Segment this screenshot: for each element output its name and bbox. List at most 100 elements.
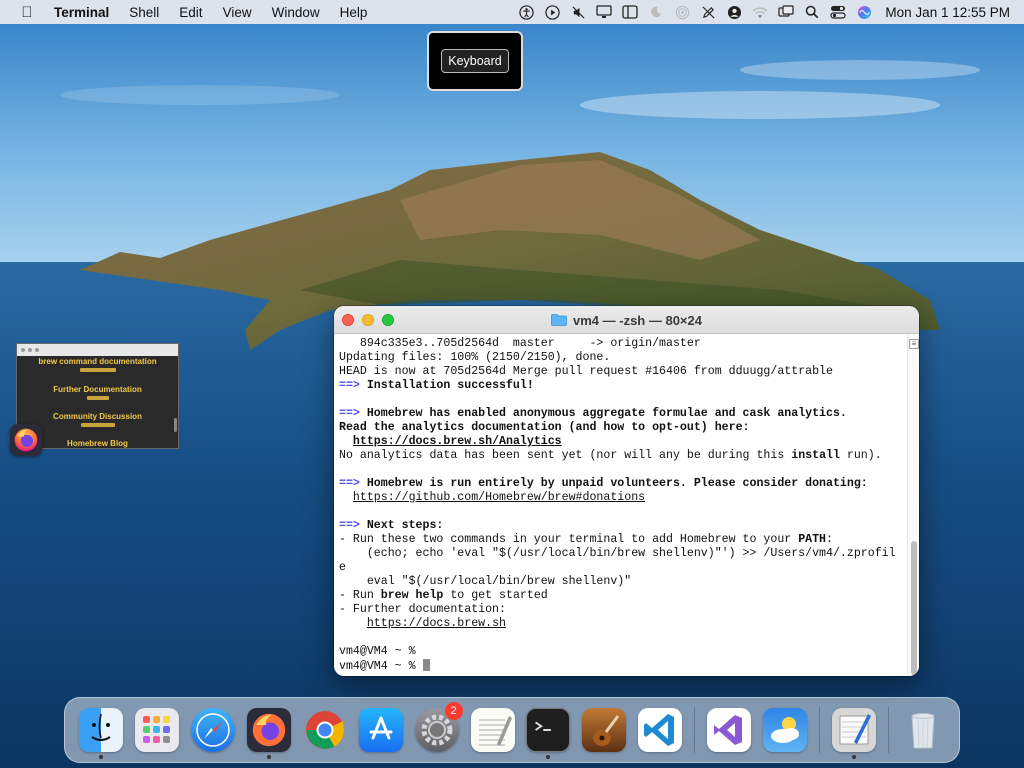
mute-icon[interactable] <box>565 2 591 22</box>
terminal-text: ==> <box>339 477 360 490</box>
dock-separator <box>694 707 696 753</box>
running-indicator <box>852 755 857 759</box>
thumbnail-scrollbar <box>174 418 177 432</box>
terminal-text: ==> <box>339 407 360 420</box>
dock-item-chrome[interactable] <box>297 702 353 758</box>
menu-edit[interactable]: Edit <box>169 5 212 20</box>
moon-icon[interactable] <box>643 2 669 22</box>
running-indicator <box>98 755 103 759</box>
terminal-text: to get started <box>443 589 548 602</box>
terminal-link[interactable]: https://docs.brew.sh <box>367 617 506 630</box>
terminal-line: https://docs.brew.sh/Analytics <box>339 435 907 449</box>
terminal-text: install <box>791 449 840 462</box>
terminal-text: Homebrew is run entirely by unpaid volun… <box>359 477 868 490</box>
terminal-titlebar[interactable]: vm4 — -zsh — 80×24 <box>334 306 919 334</box>
terminal-text: Read the analytics documentation (and ho… <box>339 421 750 434</box>
play-circle-icon[interactable] <box>539 2 565 22</box>
thumbnail-titlebar <box>17 344 178 356</box>
dock-item-settings[interactable]: 2 <box>409 702 465 758</box>
dock-item-script-editor[interactable] <box>826 702 882 759</box>
terminal-text: - Run these two commands in your termina… <box>339 533 799 546</box>
display-icon[interactable] <box>591 2 617 22</box>
dock-item-textedit[interactable] <box>465 702 521 758</box>
terminal-window[interactable]: vm4 — -zsh — 80×24 894c335e3..705d2564d … <box>334 306 919 676</box>
app-store-icon <box>358 708 403 752</box>
dock-item-visual-studio[interactable] <box>701 702 757 758</box>
terminal-line: https://github.com/Homebrew/brew#donatio… <box>339 491 907 505</box>
terminal-scrollbar[interactable]: ≡ <box>907 335 919 676</box>
terminal-text: ==> <box>339 519 360 532</box>
terminal-text: PATH <box>798 533 827 546</box>
terminal-text: 894c335e3..705d2564d master -> origin/ma… <box>339 337 701 350</box>
dock-item-launchpad[interactable] <box>129 702 185 758</box>
screen-mirroring-icon[interactable] <box>773 2 799 22</box>
chrome-icon <box>303 708 347 752</box>
terminal-text: - Run <box>339 589 381 602</box>
menu-app-terminal[interactable]: Terminal <box>40 5 119 20</box>
menu-help[interactable]: Help <box>330 5 378 20</box>
status-area: Mon Jan 1 12:55 PM <box>513 2 1024 22</box>
apple-menu-icon[interactable]:  <box>14 4 40 21</box>
terminal-line: ==> Installation successful! <box>339 379 907 393</box>
dock-item-weather[interactable] <box>757 702 813 758</box>
dock-separator <box>819 707 821 753</box>
accessibility-icon[interactable] <box>513 2 539 22</box>
running-indicator <box>546 755 551 759</box>
terminal-link[interactable]: https://docs.brew.sh/Analytics <box>353 435 562 448</box>
folder-icon <box>551 314 567 326</box>
trash-icon <box>901 708 945 752</box>
dock-item-finder[interactable] <box>73 702 129 759</box>
terminal-text: e <box>339 561 346 574</box>
terminal-line: https://docs.brew.sh <box>339 617 907 631</box>
dock-item-safari[interactable] <box>185 702 241 758</box>
terminal-link[interactable]: https://github.com/Homebrew/brew#donatio… <box>353 491 645 504</box>
terminal-output[interactable]: 894c335e3..705d2564d master -> origin/ma… <box>334 335 907 676</box>
control-center-icon[interactable] <box>825 2 851 22</box>
scrollbar-thumb[interactable] <box>911 541 917 675</box>
sidebar-icon[interactable] <box>617 2 643 22</box>
menu-view[interactable]: View <box>213 5 262 20</box>
dock-item-terminal[interactable] <box>521 702 577 759</box>
dock-item-instruments[interactable] <box>576 702 632 758</box>
menu-window[interactable]: Window <box>262 5 330 20</box>
instruments-icon <box>582 708 627 752</box>
terminal-text: Installation successful! <box>359 379 534 392</box>
terminal-text: Updating files: 100% (2150/2150), done. <box>339 351 611 364</box>
pencil-off-icon[interactable] <box>695 2 721 22</box>
keyboard-label[interactable]: Keyboard <box>441 49 509 73</box>
terminal-text: : <box>826 533 833 546</box>
scroll-menu-icon[interactable]: ≡ <box>909 339 919 349</box>
menu-clock[interactable]: Mon Jan 1 12:55 PM <box>877 5 1024 20</box>
dock-item-vscode[interactable] <box>632 702 688 758</box>
terminal-line: - Further documentation: <box>339 603 907 617</box>
dock-item-firefox[interactable] <box>241 702 297 759</box>
airdrop-icon[interactable] <box>669 2 695 22</box>
menu-shell[interactable]: Shell <box>119 5 169 20</box>
terminal-text: - Further documentation: <box>339 603 506 616</box>
search-icon[interactable] <box>799 2 825 22</box>
thumbnail-line-3: Community Discussion <box>53 412 142 421</box>
terminal-text: Next steps: <box>359 519 444 532</box>
terminal-text: run). <box>839 449 882 462</box>
terminal-text: No analytics data has been sent yet (nor… <box>339 449 792 462</box>
terminal-text: Homebrew has enabled anonymous aggregate… <box>359 407 847 420</box>
running-indicator <box>266 755 271 759</box>
siri-icon[interactable] <box>851 2 877 22</box>
terminal-text: (echo; echo 'eval "$(/usr/local/bin/brew… <box>339 547 896 560</box>
thumbnail-line-1: brew command documentation <box>38 357 157 366</box>
user-icon[interactable] <box>721 2 747 22</box>
notification-badge: 2 <box>444 702 463 720</box>
terminal-text: ==> <box>339 379 360 392</box>
terminal-line: Read the analytics documentation (and ho… <box>339 421 907 435</box>
dock-item-app-store[interactable] <box>353 702 409 758</box>
terminal-text: vm4@VM4 ~ % <box>339 645 416 658</box>
firefox-icon <box>246 708 291 752</box>
firefox-icon[interactable] <box>10 424 42 456</box>
dock-item-trash[interactable] <box>895 702 951 758</box>
wifi-icon[interactable] <box>747 2 773 22</box>
